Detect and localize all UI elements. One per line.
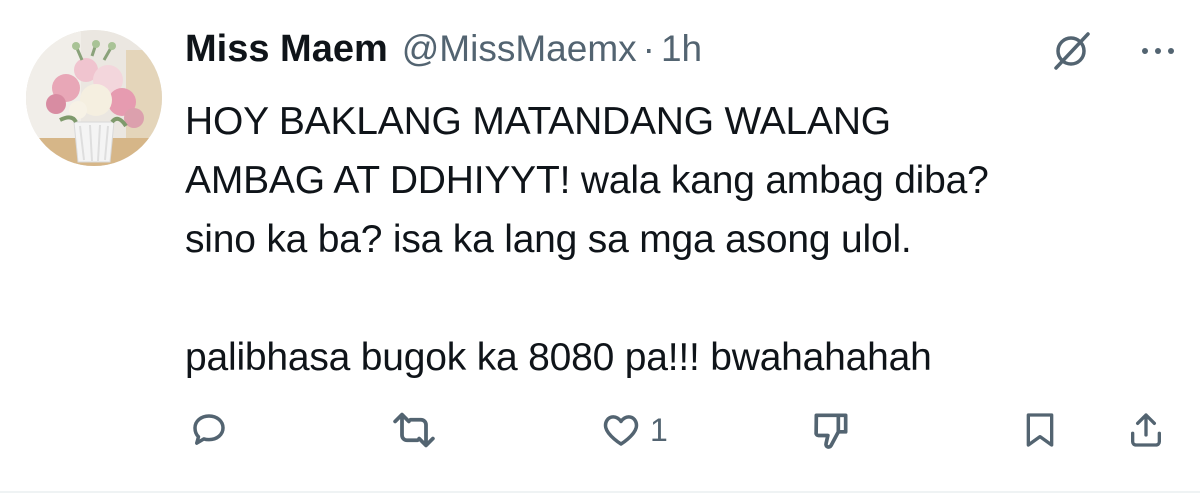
tweet-header: Miss Maem @MissMaemx · 1h	[185, 28, 702, 78]
retweet-button[interactable]	[390, 398, 438, 462]
timestamp[interactable]: 1h	[661, 28, 702, 70]
tweet-text-line	[185, 269, 1175, 328]
flower-vase-avatar-icon	[26, 30, 162, 166]
tweet-actions: 1	[0, 398, 1200, 462]
retweet-icon	[393, 412, 435, 448]
tweet-text-line: HOY BAKLANG MATANDANG WALANG	[185, 100, 891, 143]
tweet-text-line: AMBAG AT DDHIYYT! wala kang ambag diba?	[185, 159, 989, 202]
avatar[interactable]	[26, 30, 162, 166]
reply-icon	[193, 414, 225, 445]
tweet-text: HOY BAKLANG MATANDANG WALANG AMBAG AT DD…	[185, 92, 1175, 387]
heart-icon	[603, 415, 639, 446]
more-button[interactable]	[1136, 29, 1180, 73]
tweet-text-line: sino ka ba? isa ka lang sa mga asong ulo…	[185, 218, 912, 261]
share-icon	[1131, 413, 1161, 447]
author-name[interactable]: Miss Maem	[185, 28, 388, 71]
grok-icon	[1054, 32, 1090, 70]
downvote-icon	[814, 413, 848, 449]
bookmark-icon	[1026, 413, 1054, 447]
share-button[interactable]	[1126, 398, 1166, 462]
bookmark-button[interactable]	[1020, 398, 1060, 462]
separator-dot: ·	[642, 28, 655, 69]
downvote-button[interactable]	[808, 398, 854, 462]
tweet[interactable]: Miss Maem @MissMaemx · 1h HOY BAKLANG MA…	[0, 0, 1200, 493]
author-handle[interactable]: @MissMaemx	[402, 28, 637, 70]
grok-button[interactable]	[1046, 26, 1096, 76]
more-icon	[1142, 48, 1174, 54]
like-button[interactable]: 1	[600, 398, 668, 462]
like-count: 1	[650, 411, 668, 448]
tweet-text-line: palibhasa bugok ka 8080 pa!!! bwahahahah	[185, 336, 932, 379]
tweet-top-actions	[1046, 26, 1180, 76]
reply-button[interactable]	[188, 398, 230, 462]
